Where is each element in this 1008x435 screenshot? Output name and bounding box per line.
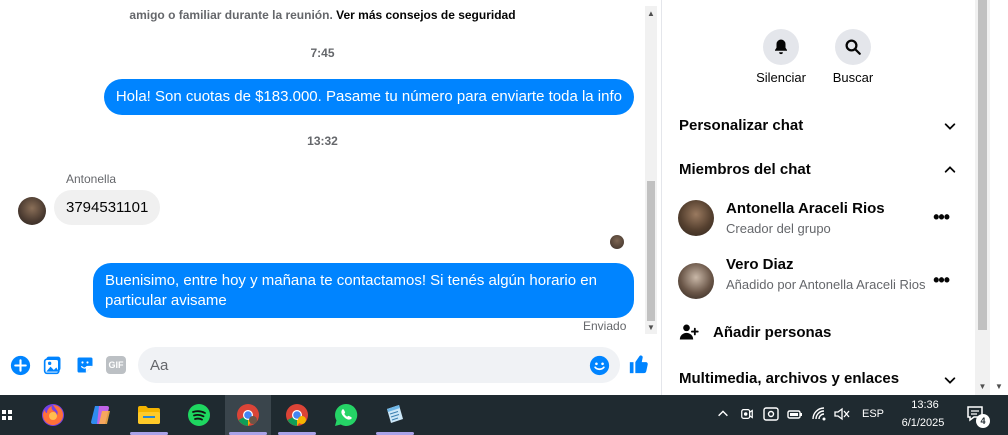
security-tip: amigo o familiar durante la reunión. Ver… xyxy=(0,8,645,22)
timestamp: 13:32 xyxy=(307,134,338,148)
timestamp: 7:45 xyxy=(310,46,335,60)
mute-label: Silenciar xyxy=(756,70,806,85)
wifi-icon[interactable] xyxy=(812,407,828,424)
chevron-down-icon[interactable] xyxy=(943,119,957,133)
battery-icon[interactable] xyxy=(787,407,803,424)
chevron-down-icon[interactable] xyxy=(943,373,957,387)
chevron-up-icon[interactable] xyxy=(943,163,957,177)
copilot-icon[interactable] xyxy=(78,395,124,435)
add-people-button[interactable]: Añadir personas xyxy=(679,322,831,342)
chrome-profile-icon[interactable] xyxy=(274,395,320,435)
member-role: Creador del grupo xyxy=(726,221,831,236)
member-name[interactable]: Antonella Araceli Rios xyxy=(726,200,885,217)
clock-time[interactable]: 13:36 xyxy=(903,399,947,411)
file-explorer-icon[interactable] xyxy=(126,395,172,435)
chevron-up-icon[interactable] xyxy=(716,407,730,424)
screen-capture-icon[interactable] xyxy=(763,407,779,424)
customize-chat-section[interactable]: Personalizar chat xyxy=(679,117,803,134)
speaker-muted-icon[interactable] xyxy=(834,407,850,424)
member-role: Añadido por Antonella Araceli Rios xyxy=(726,277,926,292)
notification-count-badge: 4 xyxy=(976,414,990,428)
scroll-thumb[interactable] xyxy=(647,181,655,321)
avatar[interactable] xyxy=(678,263,714,299)
read-receipt-avatar xyxy=(610,235,624,249)
whatsapp-icon[interactable] xyxy=(323,395,369,435)
scroll-down-arrow-icon[interactable]: ▼ xyxy=(990,383,1008,391)
sticker-icon[interactable] xyxy=(74,354,96,376)
emoji-icon[interactable] xyxy=(588,354,610,376)
task-view-icon[interactable] xyxy=(0,395,14,435)
add-people-label: Añadir personas xyxy=(713,323,832,341)
sent-status: Enviado xyxy=(583,319,627,333)
language-indicator[interactable]: ESP xyxy=(862,408,884,420)
search-button[interactable] xyxy=(835,29,871,65)
scroll-down-arrow-icon[interactable]: ▼ xyxy=(645,324,657,332)
meet-icon[interactable] xyxy=(740,407,754,424)
sender-name: Antonella xyxy=(66,172,117,186)
scroll-up-arrow-icon[interactable]: ▲ xyxy=(645,10,657,18)
media-files-section[interactable]: Multimedia, archivos y enlaces xyxy=(679,370,899,387)
member-name[interactable]: Vero Diaz xyxy=(726,256,794,273)
like-thumb-icon[interactable] xyxy=(628,353,650,375)
security-tips-link[interactable]: Ver más consejos de seguridad xyxy=(336,8,515,22)
message-list[interactable]: amigo o familiar durante la reunión. Ver… xyxy=(0,0,645,335)
notepad-icon[interactable] xyxy=(372,395,418,435)
chat-members-section[interactable]: Miembros del chat xyxy=(679,161,811,178)
incoming-message[interactable]: 3794531101 xyxy=(54,190,161,225)
scroll-down-arrow-icon[interactable]: ▼ xyxy=(975,383,990,391)
chat-pane: amigo o familiar durante la reunión. Ver… xyxy=(0,0,662,395)
gif-icon[interactable]: GIF xyxy=(106,356,126,374)
firefox-icon[interactable] xyxy=(30,395,76,435)
scroll-thumb[interactable] xyxy=(978,0,987,330)
chat-scrollbar[interactable]: ▲ ▼ xyxy=(645,6,657,334)
plus-circle-icon[interactable] xyxy=(9,354,31,376)
more-options-icon[interactable]: ••• xyxy=(933,270,950,291)
message-input[interactable] xyxy=(138,347,620,383)
search-label: Buscar xyxy=(832,70,874,85)
spotify-icon[interactable] xyxy=(176,395,222,435)
search-icon xyxy=(845,39,861,55)
taskbar: ESP 13:36 6/1/2025 4 xyxy=(0,395,1008,435)
window-edge: ▼ xyxy=(990,0,1008,395)
page-scrollbar[interactable]: ▼ xyxy=(975,0,990,395)
add-person-icon xyxy=(679,324,699,340)
security-tip-text: amigo o familiar durante la reunión. xyxy=(129,8,333,22)
chat-info-panel: Silenciar Buscar Personalizar chat Miemb… xyxy=(662,0,975,395)
clock-date[interactable]: 6/1/2025 xyxy=(895,417,951,429)
avatar[interactable] xyxy=(678,200,714,236)
more-options-icon[interactable]: ••• xyxy=(933,207,950,228)
bell-icon xyxy=(775,39,787,55)
chrome-icon[interactable] xyxy=(225,395,271,435)
mute-button[interactable] xyxy=(763,29,799,65)
outgoing-message[interactable]: Buenisimo, entre hoy y mañana te contact… xyxy=(93,263,634,318)
outgoing-message[interactable]: Hola! Son cuotas de $183.000. Pasame tu … xyxy=(103,79,634,115)
composer: GIF xyxy=(0,340,662,392)
gallery-icon[interactable] xyxy=(42,354,64,376)
avatar[interactable] xyxy=(18,197,46,225)
